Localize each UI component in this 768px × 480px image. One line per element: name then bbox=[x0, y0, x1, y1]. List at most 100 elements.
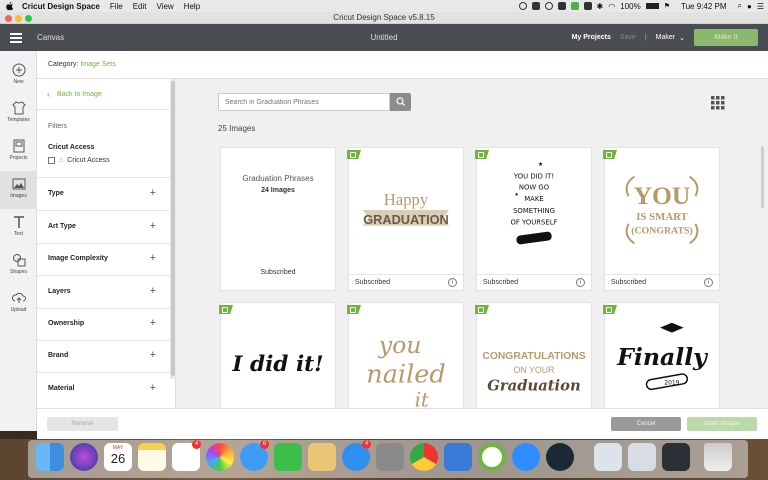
my-projects-link[interactable]: My Projects bbox=[572, 34, 611, 41]
tray-icon[interactable] bbox=[531, 2, 540, 10]
apple-icon[interactable] bbox=[6, 1, 14, 11]
filter-ownership[interactable]: Ownership + bbox=[37, 308, 170, 340]
info-icon[interactable]: i bbox=[448, 278, 457, 287]
tool-label: Templates bbox=[7, 117, 30, 123]
machine-selector[interactable]: Maker ⌄ bbox=[656, 34, 685, 42]
finder-icon[interactable] bbox=[36, 443, 64, 471]
tool-projects[interactable]: Projects bbox=[0, 133, 37, 171]
back-to-image-link[interactable]: ‹ Back to Image bbox=[47, 89, 102, 99]
steam-icon[interactable] bbox=[546, 443, 574, 471]
search-input[interactable] bbox=[218, 93, 390, 111]
plus-icon[interactable]: + bbox=[150, 285, 156, 297]
flag-icon[interactable]: ⚑ bbox=[664, 2, 670, 10]
keynote-icon[interactable] bbox=[444, 443, 472, 471]
image-card[interactable]: CONGRATULATIONS ON YOUR Graduation bbox=[475, 302, 592, 408]
preview-icon[interactable] bbox=[308, 443, 336, 471]
filter-layers[interactable]: Layers + bbox=[37, 276, 170, 308]
plus-icon[interactable]: + bbox=[150, 349, 156, 361]
menu-help[interactable]: Help bbox=[184, 2, 200, 11]
info-icon[interactable]: i bbox=[576, 278, 585, 287]
grid-scrollbar[interactable] bbox=[761, 146, 764, 208]
tray-icon[interactable] bbox=[570, 2, 579, 10]
remove-button[interactable]: Remove bbox=[47, 417, 118, 431]
bottom-action-bar: Remove Cancel Insert Images bbox=[37, 408, 768, 439]
tool-new[interactable]: New bbox=[0, 57, 37, 95]
menu-edit[interactable]: Edit bbox=[133, 2, 147, 11]
trash-icon[interactable] bbox=[704, 443, 732, 471]
cricut-access-filter[interactable]: ⌂ Cricut Access bbox=[48, 157, 110, 164]
image-card[interactable]: Finally 2019 bbox=[603, 302, 720, 408]
tool-shapes[interactable]: Shapes bbox=[0, 247, 37, 285]
image-card[interactable]: Happy GRADUATION Subscribed i bbox=[347, 147, 464, 291]
cricut-access-checkbox[interactable] bbox=[48, 157, 55, 164]
wifi-icon[interactable]: ◠ bbox=[608, 2, 615, 11]
plus-icon[interactable]: + bbox=[150, 220, 156, 232]
menubar-clock[interactable]: Tue 9:42 PM bbox=[681, 2, 727, 11]
notes-icon[interactable] bbox=[138, 443, 166, 471]
tray-icon[interactable] bbox=[544, 2, 553, 10]
card-status: Subscribed bbox=[355, 279, 391, 286]
info-icon[interactable]: i bbox=[704, 278, 713, 287]
facetime-icon[interactable] bbox=[274, 443, 302, 471]
zoom-window-button[interactable] bbox=[25, 15, 32, 22]
art-text: GRADUATION bbox=[363, 212, 449, 227]
category-name[interactable]: Image Sets bbox=[80, 61, 115, 68]
make-it-button[interactable]: Make It bbox=[694, 29, 758, 46]
dock-folder-icon[interactable] bbox=[628, 443, 656, 471]
calendar-icon[interactable]: MAY 26 bbox=[104, 443, 132, 471]
chrome-icon[interactable] bbox=[410, 443, 438, 471]
hamburger-menu-icon[interactable] bbox=[10, 33, 22, 43]
image-card[interactable]: you nailed it bbox=[347, 302, 464, 408]
search-button[interactable] bbox=[390, 93, 411, 111]
messages-icon[interactable]: 6 bbox=[240, 440, 269, 471]
tool-templates[interactable]: Templates bbox=[0, 95, 37, 133]
filter-material[interactable]: Material + bbox=[37, 373, 170, 405]
image-card[interactable]: I did it! bbox=[219, 302, 336, 408]
spotlight-icon[interactable]: ⌕ bbox=[738, 1, 742, 11]
menu-view[interactable]: View bbox=[157, 2, 174, 11]
filter-art-type[interactable]: Art Type + bbox=[37, 211, 170, 243]
image-card[interactable]: YOU DID IT! NOW GO MAKE SOMETHING OF YOU… bbox=[475, 147, 592, 291]
plus-icon[interactable]: + bbox=[150, 252, 156, 264]
cancel-button[interactable]: Cancel bbox=[611, 417, 681, 431]
zoom-icon[interactable] bbox=[512, 443, 540, 471]
calculator-icon[interactable] bbox=[376, 443, 404, 471]
close-window-button[interactable] bbox=[5, 15, 12, 22]
art-text: Finally bbox=[616, 343, 709, 371]
filter-image-complexity[interactable]: Image Complexity + bbox=[37, 243, 170, 275]
dock-folder-icon[interactable] bbox=[594, 443, 622, 471]
tool-images[interactable]: Images bbox=[0, 171, 37, 209]
tool-text[interactable]: Text bbox=[0, 209, 37, 247]
card-footer: Subscribed i bbox=[605, 274, 719, 290]
plus-icon[interactable]: + bbox=[150, 382, 156, 394]
dock-window-icon[interactable] bbox=[662, 443, 690, 471]
tray-icon[interactable] bbox=[518, 2, 527, 10]
reminders-icon[interactable]: 4 bbox=[172, 440, 201, 471]
battery-icon[interactable] bbox=[645, 3, 659, 9]
insert-images-button[interactable]: Insert Images bbox=[687, 417, 757, 431]
notification-center-icon[interactable]: ☰ bbox=[757, 2, 764, 11]
user-icon[interactable]: ● bbox=[747, 2, 752, 11]
minimize-window-button[interactable] bbox=[15, 15, 22, 22]
bluetooth-icon[interactable]: ✱ bbox=[597, 2, 604, 11]
filter-type[interactable]: Type + bbox=[37, 178, 170, 210]
filter-brand[interactable]: Brand + bbox=[37, 340, 170, 372]
tray-icon[interactable] bbox=[557, 2, 566, 10]
image-card[interactable]: YOU IS SMART (CONGRATS) Subscribed i bbox=[603, 147, 720, 291]
photos-icon[interactable] bbox=[206, 443, 234, 471]
app-store-icon[interactable]: 4 bbox=[342, 440, 371, 471]
siri-icon[interactable] bbox=[70, 443, 98, 471]
plus-icon[interactable]: + bbox=[150, 317, 156, 329]
grid-view-icon[interactable] bbox=[711, 96, 725, 110]
tool-upload[interactable]: Upload bbox=[0, 285, 37, 323]
menu-file[interactable]: File bbox=[110, 2, 123, 11]
art-text: OF YOURSELF bbox=[511, 219, 558, 227]
plus-icon[interactable]: + bbox=[150, 187, 156, 199]
image-set-card[interactable]: Graduation Phrases 24 Images Subscribed bbox=[220, 147, 336, 291]
tray-icon[interactable] bbox=[583, 2, 592, 10]
cricut-icon[interactable] bbox=[478, 443, 506, 471]
window-titlebar: Cricut Design Space v5.8.15 bbox=[0, 12, 768, 24]
art-text: YOU DID IT! bbox=[513, 173, 554, 181]
menubar-app-name[interactable]: Cricut Design Space bbox=[22, 2, 100, 11]
save-button[interactable]: Save bbox=[620, 34, 636, 41]
